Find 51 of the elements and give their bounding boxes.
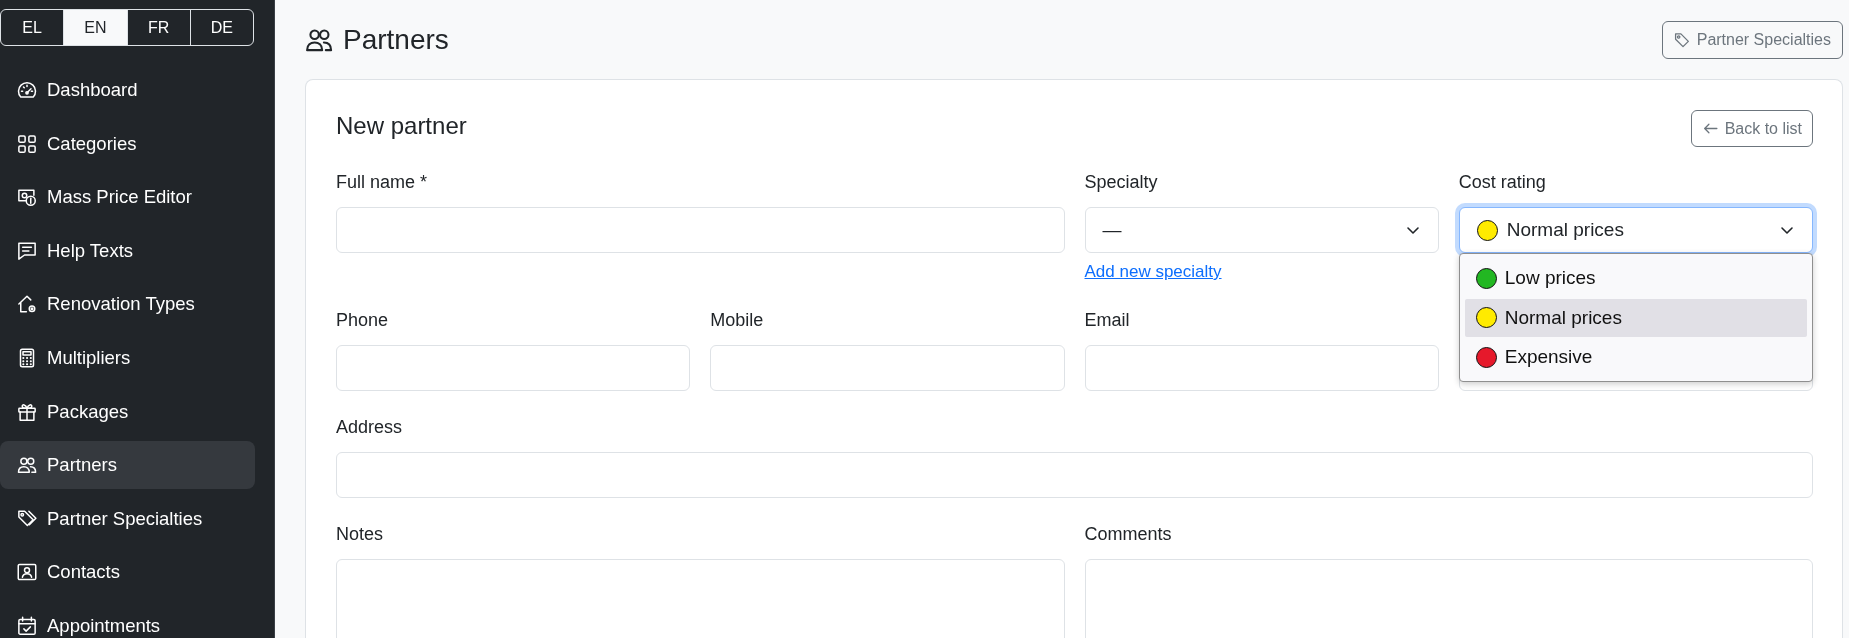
sidebar-item[interactable]: Appointments: [0, 601, 255, 638]
dropdown-option[interactable]: Normal prices: [1464, 298, 1807, 337]
tags-icon: [17, 508, 37, 529]
input-field[interactable]: [1084, 345, 1439, 391]
input-field[interactable]: [336, 452, 1813, 498]
sidebar-item[interactable]: Partner Specialties: [0, 494, 255, 543]
field-label: Cost rating: [1458, 170, 1547, 194]
input-field[interactable]: [336, 345, 691, 391]
sidebar-item[interactable]: Categories: [0, 119, 255, 168]
field-label: Address: [336, 415, 404, 439]
sidebar-item[interactable]: Help Texts: [0, 226, 255, 275]
sidebar-item[interactable]: Dashboard: [0, 66, 255, 114]
language-button[interactable]: EN: [63, 10, 127, 45]
input-field[interactable]: [336, 207, 1065, 253]
dropdown-option[interactable]: Low prices: [1464, 259, 1807, 298]
form-title: New partner: [336, 111, 467, 141]
select-field[interactable]: Normal prices: [1458, 207, 1813, 253]
calculator-icon: [17, 347, 37, 368]
people-icon: [17, 455, 37, 476]
sidebar-item[interactable]: Contacts: [0, 548, 255, 597]
sidebar-item[interactable]: Packages: [0, 387, 255, 436]
grid-icon: [17, 133, 37, 154]
language-button[interactable]: FR: [126, 10, 190, 45]
chat-icon: [17, 240, 37, 261]
contact-card-icon: [17, 562, 37, 583]
dropdown-option[interactable]: Expensive: [1464, 338, 1807, 377]
page-title: Partners: [343, 23, 449, 57]
field-label: Phone: [336, 308, 390, 332]
sidebar-item[interactable]: Partners: [0, 441, 255, 490]
specialties-button[interactable]: Partner Specialties: [1661, 21, 1843, 59]
field-label: Email: [1084, 308, 1131, 332]
language-button[interactable]: EL: [1, 10, 64, 45]
field-label: Mobile: [710, 308, 765, 332]
tag-icon: [1673, 31, 1691, 49]
field-label: Specialty: [1084, 170, 1159, 194]
select-field[interactable]: —: [1084, 207, 1439, 253]
house-gear-icon: [17, 294, 37, 315]
cash-coin-icon: [17, 187, 37, 208]
gift-icon: [17, 401, 37, 422]
sidebar-item[interactable]: Renovation Types: [0, 280, 255, 329]
calendar-icon: [17, 615, 37, 636]
speedometer-icon: [17, 80, 37, 100]
sidebar-item[interactable]: Multipliers: [0, 333, 255, 382]
field-label: Notes: [336, 522, 385, 546]
add-specialty-link[interactable]: Add new specialty: [1084, 260, 1222, 284]
input-field[interactable]: [710, 345, 1065, 391]
language-button[interactable]: DE: [189, 10, 253, 45]
field-label: Full name *: [336, 170, 429, 194]
back-button[interactable]: Back to list: [1690, 110, 1813, 147]
field-label: Comments: [1084, 522, 1173, 546]
sidebar-item[interactable]: Mass Price Editor: [0, 173, 255, 222]
